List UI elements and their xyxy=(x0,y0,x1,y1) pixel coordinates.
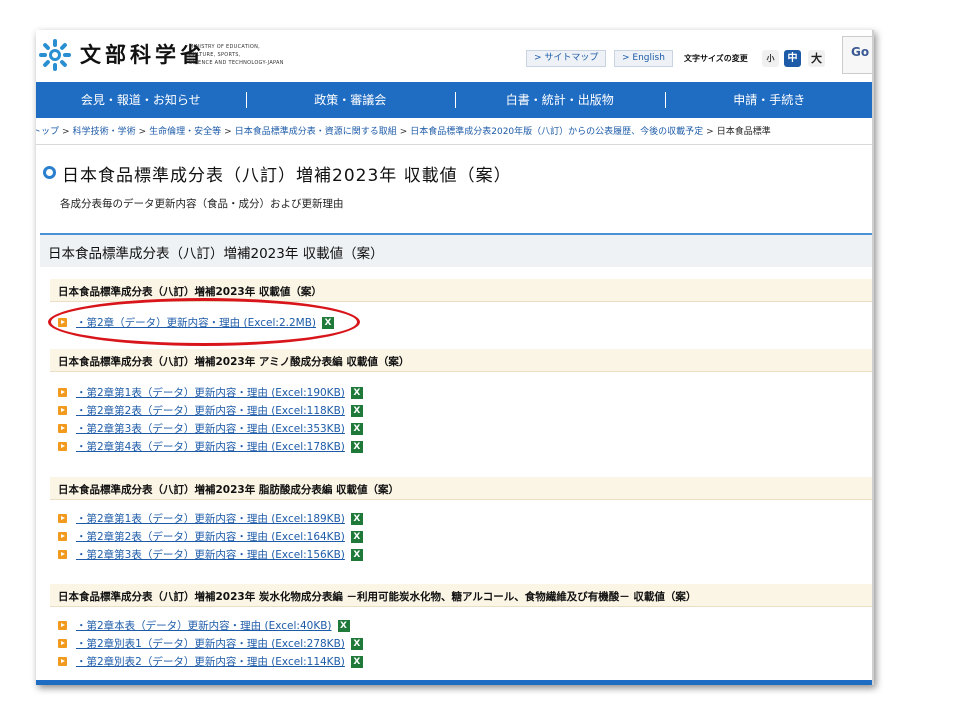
list-item: ・第2章第2表（データ）更新内容・理由 (Excel:164KB) X xyxy=(58,528,363,545)
search-box[interactable]: Go xyxy=(842,36,874,74)
excel-icon: X xyxy=(350,404,363,417)
red-highlight-circle xyxy=(48,298,360,346)
page-subtitle: 各成分表毎のデータ更新内容（食品・成分）および更新理由 xyxy=(60,198,344,210)
excel-file-link[interactable]: ・第2章第2表（データ）更新内容・理由 (Excel:118KB) xyxy=(76,403,345,418)
arrow-bullet-icon xyxy=(58,532,67,541)
excel-icon: X xyxy=(350,422,363,435)
arrow-bullet-icon xyxy=(58,406,67,415)
excel-file-link[interactable]: ・第2章第2表（データ）更新内容・理由 (Excel:164KB) xyxy=(76,529,345,544)
breadcrumb-item[interactable]: 日本食品標準成分表2020年版（八訂）からの公表履歴、今後の収載予定 xyxy=(410,127,703,137)
mext-logo-icon[interactable] xyxy=(38,38,72,72)
excel-file-link[interactable]: ・第2章第3表（データ）更新内容・理由 (Excel:156KB) xyxy=(76,547,345,562)
breadcrumb-item[interactable]: 生命倫理・安全等 xyxy=(149,127,221,137)
excel-icon: X xyxy=(350,440,363,453)
list-item: ・第2章第1表（データ）更新内容・理由 (Excel:189KB) X xyxy=(58,510,363,527)
nav-item-applications[interactable]: 申請・手続き xyxy=(664,82,875,118)
excel-icon: X xyxy=(350,655,363,668)
breadcrumb-current: 日本食品標準 xyxy=(716,127,771,137)
breadcrumb: トップ > 科学技術・学術 > 生命倫理・安全等 > 日本食品標準成分表・資源に関する取組 >… xyxy=(36,124,874,140)
breadcrumb-divider xyxy=(36,144,874,145)
breadcrumb-item[interactable]: 科学技術・学術 xyxy=(73,127,136,137)
page-title: 日本食品標準成分表（八訂）増補2023年 収載値（案） xyxy=(62,166,512,186)
list-item: ・第2章別表2（データ）更新内容・理由 (Excel:114KB) X xyxy=(58,653,363,670)
excel-file-link[interactable]: ・第2章本表（データ）更新内容・理由 (Excel:40KB) xyxy=(76,618,332,633)
arrow-bullet-icon xyxy=(58,621,67,630)
arrow-bullet-icon xyxy=(58,550,67,559)
nav-item-publications[interactable]: 白書・統計・出版物 xyxy=(455,82,665,118)
font-size-label: 文字サイズの変更 xyxy=(684,54,748,63)
group-heading: 日本食品標準成分表（八訂）増補2023年 炭水化物成分表編 －利用可能炭水化物、… xyxy=(50,584,874,607)
arrow-bullet-icon xyxy=(58,657,67,666)
footer-bar xyxy=(36,680,874,685)
excel-file-link[interactable]: ・第2章別表2（データ）更新内容・理由 (Excel:114KB) xyxy=(76,654,345,669)
list-item: ・第2章第4表（データ）更新内容・理由 (Excel:178KB) X xyxy=(58,438,363,455)
site-header: 文部科学省 MINISTRY OF EDUCATION, CULTURE, SP… xyxy=(36,30,874,82)
scroll-edge xyxy=(872,30,874,685)
arrow-bullet-icon xyxy=(58,442,67,451)
arrow-bullet-icon xyxy=(58,424,67,433)
section-heading: 日本食品標準成分表（八訂）増補2023年 収載値（案） xyxy=(40,233,874,267)
excel-file-link[interactable]: ・第2章第1表（データ）更新内容・理由 (Excel:190KB) xyxy=(76,385,345,400)
browser-page-frame: 文部科学省 MINISTRY OF EDUCATION, CULTURE, SP… xyxy=(36,30,874,685)
arrow-bullet-icon xyxy=(58,514,67,523)
site-logo-text[interactable]: 文部科学省 xyxy=(80,39,205,69)
breadcrumb-item[interactable]: トップ xyxy=(36,127,59,137)
global-nav: 会見・報道・お知らせ 政策・審議会 白書・統計・出版物 申請・手続き xyxy=(36,82,874,118)
excel-file-link[interactable]: ・第2章第3表（データ）更新内容・理由 (Excel:353KB) xyxy=(76,421,345,436)
excel-icon: X xyxy=(350,548,363,561)
font-size-large-button[interactable]: 大 xyxy=(808,50,825,67)
font-size-small-button[interactable]: 小 xyxy=(762,50,779,67)
sitemap-link[interactable]: > サイトマップ xyxy=(526,50,607,67)
title-bullet-icon xyxy=(43,166,56,179)
english-link[interactable]: > English xyxy=(614,50,673,67)
list-item: ・第2章別表1（データ）更新内容・理由 (Excel:278KB) X xyxy=(58,635,363,652)
list-item: ・第2章第1表（データ）更新内容・理由 (Excel:190KB) X xyxy=(58,384,363,401)
excel-file-link[interactable]: ・第2章別表1（データ）更新内容・理由 (Excel:278KB) xyxy=(76,636,345,651)
excel-icon: X xyxy=(350,386,363,399)
list-item: ・第2章第3表（データ）更新内容・理由 (Excel:156KB) X xyxy=(58,546,363,563)
excel-icon: X xyxy=(350,512,363,525)
breadcrumb-item[interactable]: 日本食品標準成分表・資源に関する取組 xyxy=(235,127,397,137)
group-heading: 日本食品標準成分表（八訂）増補2023年 脂肪酸成分表編 収載値（案） xyxy=(50,477,874,500)
nav-item-press[interactable]: 会見・報道・お知らせ xyxy=(36,82,246,118)
group-heading: 日本食品標準成分表（八訂）増補2023年 アミノ酸成分表編 収載値（案） xyxy=(50,349,874,372)
font-size-medium-button[interactable]: 中 xyxy=(784,50,801,67)
excel-icon: X xyxy=(337,619,350,632)
list-item: ・第2章第2表（データ）更新内容・理由 (Excel:118KB) X xyxy=(58,402,363,419)
logo-english-line: CULTURE, SPORTS, xyxy=(189,52,241,58)
list-item: ・第2章第3表（データ）更新内容・理由 (Excel:353KB) X xyxy=(58,420,363,437)
excel-icon: X xyxy=(350,637,363,650)
site-logo-english: MINISTRY OF EDUCATION, CULTURE, SPORTS, … xyxy=(189,43,284,67)
excel-file-link[interactable]: ・第2章第1表（データ）更新内容・理由 (Excel:189KB) xyxy=(76,511,345,526)
logo-english-line: MINISTRY OF EDUCATION, xyxy=(189,44,261,50)
excel-file-link[interactable]: ・第2章第4表（データ）更新内容・理由 (Excel:178KB) xyxy=(76,439,345,454)
excel-icon: X xyxy=(350,530,363,543)
nav-item-policy[interactable]: 政策・審議会 xyxy=(245,82,456,118)
arrow-bullet-icon xyxy=(58,388,67,397)
logo-english-line: SCIENCE AND TECHNOLOGY-JAPAN xyxy=(189,60,284,66)
list-item: ・第2章本表（データ）更新内容・理由 (Excel:40KB) X xyxy=(58,617,350,634)
arrow-bullet-icon xyxy=(58,639,67,648)
